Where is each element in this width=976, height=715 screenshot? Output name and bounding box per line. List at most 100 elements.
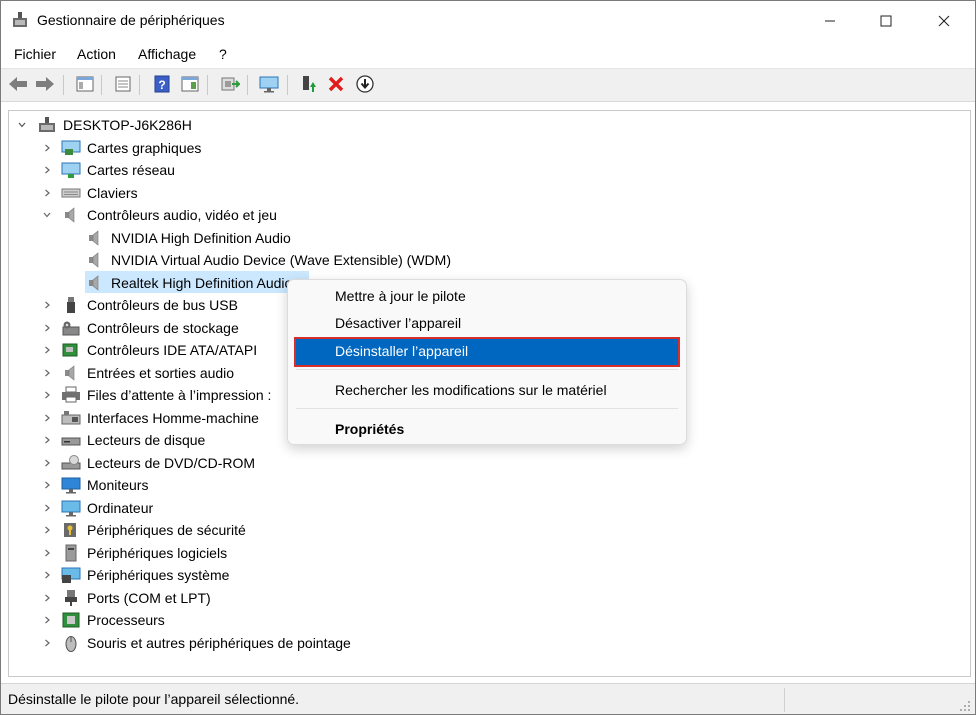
tree-category[interactable]: Cartes réseau xyxy=(9,159,949,181)
tree-category[interactable]: Souris et autres périphériques de pointa… xyxy=(9,632,949,654)
ctx-uninstall-device[interactable]: Désinstaller l’appareil xyxy=(294,337,680,367)
back-button[interactable] xyxy=(7,73,29,95)
uninstall-icon xyxy=(328,76,344,92)
maximize-button[interactable] xyxy=(863,1,909,41)
tree-device-item[interactable]: NVIDIA High Definition Audio xyxy=(9,227,949,249)
ctx-properties[interactable]: Propriétés xyxy=(296,417,678,443)
tree-device-label: NVIDIA High Definition Audio xyxy=(111,229,291,246)
chevron-right-icon[interactable] xyxy=(42,188,52,198)
menu-fichier[interactable]: Fichier xyxy=(14,46,56,62)
tree-category-label: Cartes réseau xyxy=(87,162,175,178)
ctx-disable-device-label: Désactiver l’appareil xyxy=(335,315,462,331)
chevron-right-icon[interactable] xyxy=(42,525,52,535)
uninstall-button[interactable] xyxy=(325,73,347,95)
chevron-right-icon[interactable] xyxy=(42,345,52,355)
chevron-right-icon[interactable] xyxy=(42,300,52,310)
tree-category[interactable]: Contrôleurs audio, vidéo et jeu xyxy=(9,204,949,226)
minimize-icon xyxy=(825,20,835,22)
audio-io-icon xyxy=(65,364,75,381)
tree-category[interactable]: Claviers xyxy=(9,182,949,204)
chevron-right-icon[interactable] xyxy=(42,503,52,513)
tree-category-label: Contrôleurs de stockage xyxy=(87,319,239,336)
tree-device-label: NVIDIA Virtual Audio Device (Wave Extens… xyxy=(111,252,451,268)
tree-root[interactable]: DESKTOP-J6K286H xyxy=(9,114,949,136)
help-button[interactable]: ? xyxy=(151,73,173,95)
tree-category-label: Entrées et sorties audio xyxy=(87,364,235,381)
tree-category[interactable]: Processeurs xyxy=(9,609,949,631)
disk-drive-icon xyxy=(61,437,81,446)
chevron-right-icon[interactable] xyxy=(42,593,52,603)
close-icon xyxy=(938,15,950,27)
dvd-drive-icon xyxy=(61,454,81,469)
tree-category[interactable]: Périphériques logiciels xyxy=(9,542,949,564)
context-menu: Mettre à jour le pilote Désactiver l’app… xyxy=(287,279,687,445)
tree-device-item[interactable]: NVIDIA Virtual Audio Device (Wave Extens… xyxy=(9,249,949,271)
keyboard-icon xyxy=(61,188,81,197)
minimize-button[interactable] xyxy=(807,1,853,41)
chevron-right-icon[interactable] xyxy=(42,390,52,400)
show-hide-tree-button[interactable] xyxy=(74,73,96,95)
software-device-icon xyxy=(65,544,77,561)
tree-category[interactable]: Ports (COM et LPT) xyxy=(9,587,949,609)
storage-controller-icon xyxy=(62,321,80,335)
printer-icon xyxy=(62,386,80,403)
chevron-right-icon[interactable] xyxy=(42,458,52,468)
status-divider xyxy=(784,688,785,712)
tree-category-label: Souris et autres périphériques de pointa… xyxy=(87,634,351,651)
forward-icon xyxy=(36,77,54,91)
chevron-right-icon[interactable] xyxy=(42,480,52,490)
toolbar-separator xyxy=(287,75,288,95)
ctx-update-driver[interactable]: Mettre à jour le pilote xyxy=(296,284,678,310)
resize-grip-icon[interactable] xyxy=(959,700,971,712)
chevron-down-icon[interactable] xyxy=(17,120,27,130)
speaker-icon xyxy=(89,274,99,291)
chevron-right-icon[interactable] xyxy=(42,548,52,558)
chevron-right-icon[interactable] xyxy=(42,435,52,445)
forward-button[interactable] xyxy=(34,73,56,95)
hid-icon xyxy=(61,410,81,424)
back-icon xyxy=(9,77,27,91)
update-driver-icon xyxy=(303,76,316,92)
update-driver-button[interactable] xyxy=(298,73,320,95)
speaker-icon xyxy=(89,229,99,246)
scan-hardware-button[interactable] xyxy=(219,73,241,95)
chevron-right-icon[interactable] xyxy=(42,143,52,153)
tree-category[interactable]: Moniteurs xyxy=(9,474,949,496)
tree-category[interactable]: Ordinateur xyxy=(9,497,949,519)
chevron-down-icon[interactable] xyxy=(42,210,52,220)
menu-help[interactable]: ? xyxy=(219,46,227,62)
ctx-properties-label: Propriétés xyxy=(335,421,405,437)
menu-affichage[interactable]: Affichage xyxy=(138,46,196,62)
tree-category-label: Périphériques de sécurité xyxy=(87,522,246,538)
chevron-right-icon[interactable] xyxy=(42,413,52,423)
tree-category[interactable]: Cartes graphiques xyxy=(9,137,949,159)
monitor-button[interactable] xyxy=(258,73,280,95)
tree-category[interactable]: Périphériques de sécurité xyxy=(9,519,949,541)
ctx-separator xyxy=(296,408,678,409)
view-button[interactable] xyxy=(179,73,201,95)
tree-category-label: Périphériques système xyxy=(87,567,230,583)
disable-button[interactable] xyxy=(354,73,376,95)
monitor-icon xyxy=(259,76,279,93)
toolbar-separator xyxy=(101,75,102,95)
tree-category[interactable]: Périphériques système xyxy=(9,564,949,586)
chevron-right-icon[interactable] xyxy=(42,165,52,175)
chevron-right-icon[interactable] xyxy=(42,570,52,580)
tree-category-label: Lecteurs de DVD/CD-ROM xyxy=(87,454,256,471)
tree-category-label: Processeurs xyxy=(87,612,165,628)
menu-action[interactable]: Action xyxy=(77,46,116,62)
status-bar: Désinstalle le pilote pour l’appareil sé… xyxy=(1,683,975,714)
display-adapter-icon xyxy=(61,140,81,155)
tree-category[interactable]: Lecteurs de DVD/CD-ROM xyxy=(9,452,949,474)
chevron-right-icon[interactable] xyxy=(42,368,52,378)
properties-button[interactable] xyxy=(112,73,134,95)
ctx-scan-hardware[interactable]: Rechercher les modifications sur le maté… xyxy=(296,378,678,404)
tree-category-label: Contrôleurs IDE ATA/ATAPI xyxy=(87,342,258,358)
chevron-right-icon[interactable] xyxy=(42,615,52,625)
chevron-right-icon[interactable] xyxy=(42,323,52,333)
chevron-right-icon[interactable] xyxy=(42,638,52,648)
tree-device-label: Realtek High Definition Audio xyxy=(111,274,293,291)
close-button[interactable] xyxy=(921,1,967,41)
ctx-update-driver-label: Mettre à jour le pilote xyxy=(335,288,466,304)
ctx-disable-device[interactable]: Désactiver l’appareil xyxy=(296,311,678,337)
